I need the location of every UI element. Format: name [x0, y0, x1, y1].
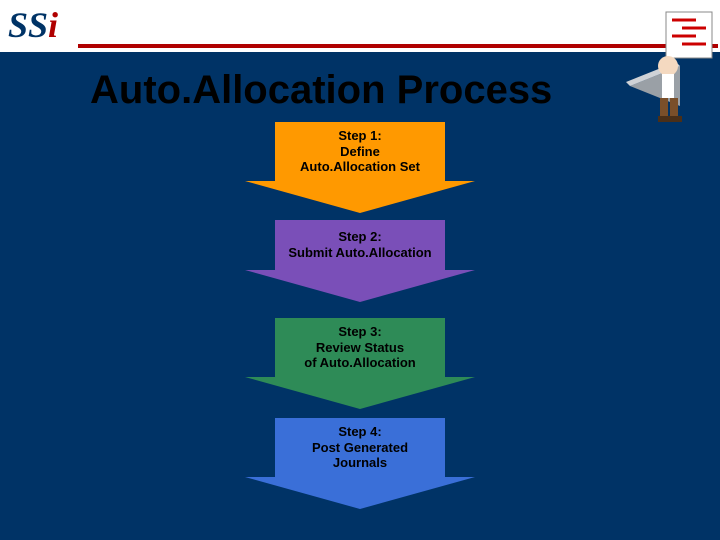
arrow-head-icon: [245, 477, 475, 509]
step-4-arrow: Step 4: Post Generated Journals: [245, 418, 475, 509]
step-3-label: Step 3: Review Status of Auto.Allocation: [304, 324, 415, 371]
step-2-label: Step 2: Submit Auto.Allocation: [288, 229, 431, 260]
step-2-arrow: Step 2: Submit Auto.Allocation: [245, 220, 475, 302]
step-1-label: Step 1: Define Auto.Allocation Set: [300, 128, 420, 175]
arrow-head-icon: [245, 181, 475, 213]
arrow-head-icon: [245, 270, 475, 302]
header-bar: SSi: [0, 0, 720, 52]
arrow-head-icon: [245, 377, 475, 409]
step-3-arrow: Step 3: Review Status of Auto.Allocation: [245, 318, 475, 409]
step-4-label: Step 4: Post Generated Journals: [312, 424, 408, 471]
left-stripe: [0, 52, 78, 540]
logo-accent: i: [48, 5, 58, 45]
page-title: Auto.Allocation Process: [90, 68, 650, 113]
step-1-arrow: Step 1: Define Auto.Allocation Set: [245, 122, 475, 213]
logo: SSi: [8, 4, 58, 46]
logo-main: SS: [8, 5, 48, 45]
